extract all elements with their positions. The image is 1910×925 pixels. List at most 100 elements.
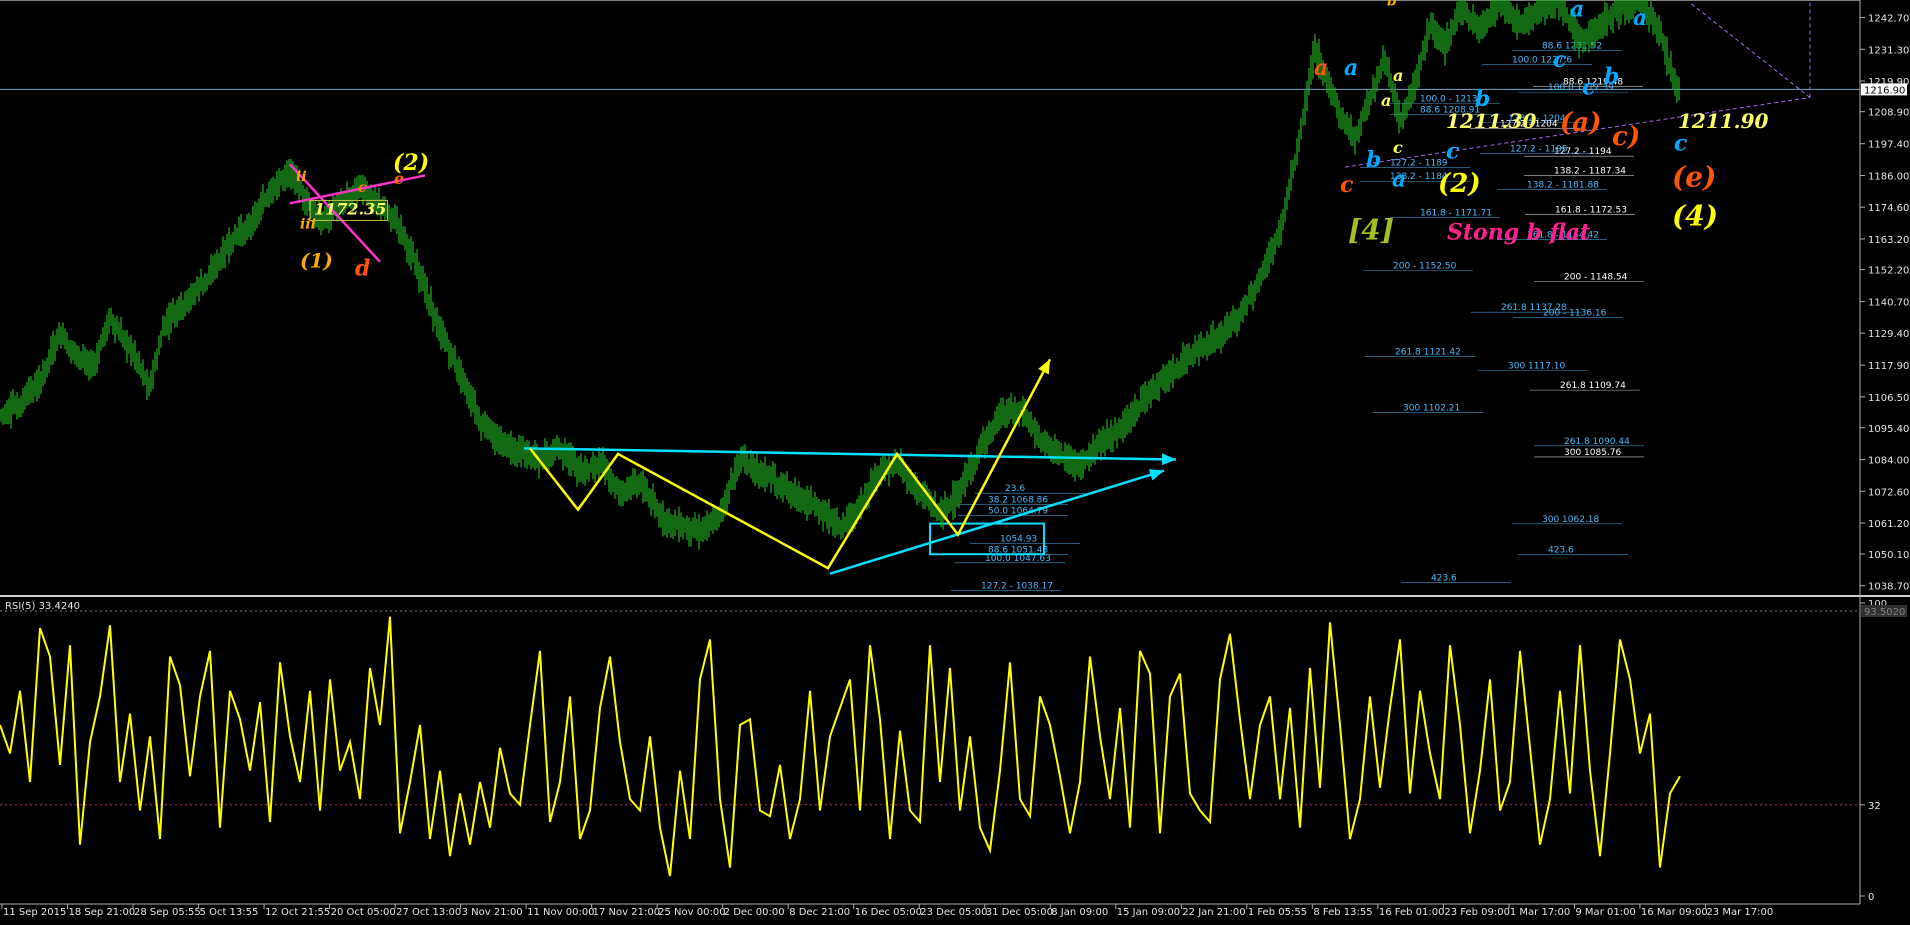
time-tick-label: 16 Dec 05:00 (855, 907, 922, 918)
fib-level-label: 100.0 1047.63 (985, 554, 1051, 564)
trendline (1689, 2, 1811, 98)
price-tick-label: 1208.90 (1868, 108, 1909, 119)
time-tick-label: 5 Oct 13:55 (200, 907, 259, 918)
fibonacci-levels: 161.8 - 1171.71 200 - 1152.50 261.8 1121.4… (951, 41, 1644, 592)
time-tick-label: 17 Nov 21:00 (593, 907, 660, 918)
price-tick-label: 1106.50 (1868, 393, 1909, 404)
price-tick-label: 1174.60 (1868, 203, 1909, 214)
wave-label: c (1674, 130, 1688, 156)
rsi-panel[interactable]: RSI(5) 33.4240 100320 93.5020 (0, 595, 1910, 904)
price-tick-label: 1163.20 (1868, 235, 1909, 246)
fib-level-label: 23.6 (1005, 484, 1025, 494)
wave-label: [4] (1348, 214, 1394, 247)
wave-label: b (1366, 147, 1381, 173)
time-tick-label: 31 Dec 05:00 (986, 907, 1053, 918)
time-tick-label: 11 Nov 00:00 (527, 907, 594, 918)
wave-label: e (394, 169, 404, 188)
price-tick-label: 1050.10 (1868, 550, 1909, 561)
price-tick-label: 1084.00 (1868, 456, 1909, 467)
arrow-head (1161, 453, 1176, 466)
wave-label: Stong b flat (1447, 220, 1590, 246)
fib-level-label: 300 1117.10 (1508, 362, 1566, 372)
price-bars (0, 0, 1680, 550)
arrow-head (1148, 469, 1164, 481)
trendline (529, 358, 1052, 570)
wave-label: a (1344, 55, 1358, 81)
trading-chart[interactable]: 161.8 - 1171.71 200 - 1152.50 261.8 1121.4… (0, 0, 1910, 925)
time-tick-label: 15 Jan 09:00 (1117, 907, 1180, 918)
fib-level-label: 423.6 (1431, 573, 1457, 583)
fib-level-label: 300 1102.21 (1403, 403, 1460, 413)
wave-label: a (1570, 0, 1584, 23)
fib-level-label: 261.8 1109.74 (1560, 381, 1626, 391)
price-tick-label: 1242.70 (1868, 14, 1909, 25)
rsi-line (0, 616, 1681, 877)
price-bar-series (0, 0, 1680, 550)
wave-label: 1172.35 (314, 199, 386, 218)
wave-label: 1211.90 (1678, 109, 1769, 133)
price-tick-label: 1117.90 (1868, 361, 1909, 372)
fib-level-label: 300 1062.18 (1542, 515, 1600, 525)
wave-label: d (355, 256, 370, 282)
time-tick-label: 23 Dec 05:00 (920, 907, 987, 918)
wave-label: a (1633, 5, 1647, 31)
fib-level-label: 261.8 1121.42 (1395, 348, 1461, 358)
time-tick-label: 16 Feb 01:00 (1379, 907, 1445, 918)
fib-level-label: 138.2 - 1181.88 (1527, 181, 1599, 191)
wave-label: a (1381, 91, 1391, 110)
fib-level-label: 100.0 - 1213 (1420, 94, 1478, 104)
wave-label: c) (1612, 122, 1640, 152)
wave-label: 1211.30 (1446, 109, 1537, 133)
wave-label: c (1582, 75, 1596, 101)
fib-level-label: 138.2 - 1187.34 (1554, 167, 1626, 177)
price-tick-label: 1231.30 (1868, 45, 1909, 56)
trendline (523, 447, 1177, 461)
time-tick-label: 9 Mar 01:00 (1575, 907, 1635, 918)
time-tick-label: 3 Nov 21:00 (462, 907, 523, 918)
wave-label: c (1340, 172, 1354, 198)
wave-label: b (1387, 0, 1397, 10)
wave-label: c (1393, 138, 1403, 157)
time-tick-label: 23 Feb 09:00 (1444, 907, 1510, 918)
price-axis: 1242.701231.301219.901208.901197.401186.… (1860, 14, 1909, 593)
price-tick-label: 1197.40 (1868, 140, 1909, 151)
wave-label: iii (300, 216, 316, 232)
price-tick-label: 1038.70 (1868, 582, 1909, 593)
time-tick-label: 22 Jan 21:00 (1182, 907, 1245, 918)
time-tick-label: 2 Dec 00:00 (724, 907, 785, 918)
fib-level-label: 1054.93 (1000, 534, 1037, 544)
wave-label: c (1446, 139, 1460, 165)
time-tick-label: 1 Feb 05:55 (1248, 907, 1307, 918)
time-tick-label: 28 Sep 05:55 (134, 907, 201, 918)
time-tick-label: 20 Oct 05:00 (331, 907, 396, 918)
wave-label: a (1314, 55, 1328, 81)
wave-label: (1) (300, 248, 333, 272)
time-tick-label: 18 Sep 21:00 (69, 907, 136, 918)
fib-level-label: 127.2 - 1195 (1510, 144, 1568, 154)
price-panel[interactable]: 161.8 - 1171.71 200 - 1152.50 261.8 1121.4… (0, 0, 1909, 596)
rsi-tick-label: 32 (1868, 801, 1881, 812)
price-tick-label: 1129.40 (1868, 329, 1909, 340)
fib-level-label: 200 - 1136.16 (1543, 309, 1607, 319)
fib-level-label: 38.2 1068.86 (988, 495, 1048, 505)
time-tick-label: 27 Oct 13:00 (396, 907, 461, 918)
price-tick-label: 1072.60 (1868, 487, 1909, 498)
price-tick-label: 1140.70 (1868, 298, 1909, 309)
wave-label: b (1475, 86, 1490, 112)
time-tick-label: 8 Feb 13:55 (1313, 907, 1372, 918)
wave-label: (e) (1672, 161, 1716, 194)
wave-label: (4) (1672, 200, 1718, 233)
time-tick-label: 8 Jan 09:00 (1051, 907, 1108, 918)
wave-label: c (358, 180, 367, 196)
time-tick-label: 23 Mar 17:00 (1706, 907, 1773, 918)
time-tick-label: 25 Nov 00:00 (658, 907, 725, 918)
time-axis: 11 Sep 2015 18 Sep 21:0028 Sep 05:555 Oct… (0, 903, 1860, 918)
wave-label: (a) (1560, 108, 1601, 138)
rsi-axis: 100320 (1860, 599, 1887, 903)
price-tick-label: 1186.00 (1868, 171, 1909, 182)
current-price-label: 1216.90 (1864, 85, 1905, 96)
fib-level-label: 200 - 1152.50 (1393, 261, 1457, 271)
wave-label: b (1604, 64, 1619, 90)
rsi-tick-label: 0 (1868, 892, 1874, 903)
fib-level-label: 423.6 (1548, 545, 1574, 555)
